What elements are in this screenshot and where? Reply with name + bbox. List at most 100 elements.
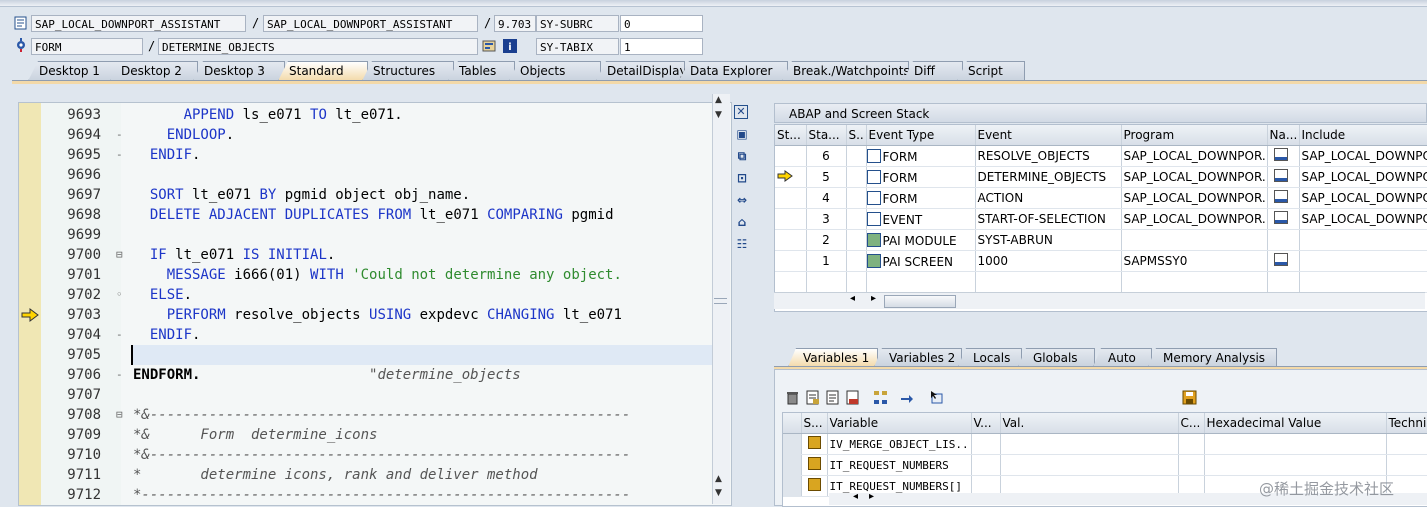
code-line[interactable]: 9709 *& Form determine_icons	[19, 425, 713, 445]
stack-col-header[interactable]: Event Type	[866, 125, 976, 146]
split-icon[interactable]: ⧉	[734, 148, 750, 164]
scroll-thumb[interactable]	[714, 298, 727, 304]
var-col-header[interactable]: C...	[1178, 413, 1205, 434]
navigate-icon[interactable]	[1273, 148, 1288, 161]
doc-list-icon[interactable]	[825, 390, 840, 405]
navigate-icon[interactable]	[899, 390, 914, 405]
variable-cell[interactable]	[971, 454, 1001, 476]
var-col-header[interactable]: Hexadecimal Value	[1204, 413, 1387, 434]
save-icon[interactable]	[1182, 390, 1197, 405]
row-selector[interactable]	[783, 475, 802, 497]
code-line[interactable]: 9708 ⊟ *&---------------------------------…	[19, 405, 713, 425]
variable-cell[interactable]	[1386, 433, 1427, 455]
code-line[interactable]: 9696	[19, 165, 713, 185]
scroll-right-icon[interactable]: ▸	[869, 491, 874, 502]
tab-diff[interactable]: Diff	[903, 61, 963, 81]
variable-name[interactable]: IT_REQUEST_NUMBERS	[827, 454, 972, 476]
tab-data-explorer[interactable]: Data Explorer	[679, 61, 788, 81]
code-line[interactable]: 9693 APPEND ls_e071 TO lt_e071.	[19, 105, 713, 125]
row-selector[interactable]	[783, 454, 802, 476]
variable-cell[interactable]	[1204, 433, 1387, 455]
tab-script[interactable]: Script	[957, 61, 1025, 81]
tab-desktop-2[interactable]: Desktop 2	[110, 61, 198, 81]
scroll-up-icon[interactable]: ▲	[715, 95, 722, 105]
tab-detaildisplay[interactable]: DetailDisplay	[596, 61, 685, 81]
variable-cell[interactable]	[1204, 454, 1387, 476]
stack-nav[interactable]	[1267, 187, 1300, 209]
tree-icon[interactable]: ⌂	[734, 214, 750, 230]
variable-cell[interactable]	[1000, 433, 1179, 455]
code-line[interactable]: 9705	[67, 345, 713, 365]
tab-desktop-1[interactable]: Desktop 1	[28, 61, 122, 81]
fold-marker[interactable]: -	[116, 145, 126, 165]
variable-cell[interactable]	[971, 433, 1001, 455]
code-line[interactable]: 9702 ◦ ELSE.	[19, 285, 713, 305]
display-icon[interactable]	[482, 39, 496, 53]
scroll-down-icon[interactable]: ▼	[715, 488, 722, 498]
sysubrc-value[interactable]: 0	[620, 15, 703, 32]
code-line[interactable]: 9703 PERFORM resolve_objects USING expde…	[19, 305, 713, 325]
variable-row[interactable]: IV_MERGE_OBJECT_LIS...	[783, 433, 1427, 455]
code-line[interactable]: 9694- ENDLOOP.	[19, 125, 713, 145]
stack-row[interactable]: 5 FORM DETERMINE_OBJECTS SAP_LOCAL_DOWNPOR.…	[775, 166, 1427, 188]
variable-cell[interactable]	[1000, 454, 1179, 476]
code-line[interactable]: 9704- ENDIF.	[19, 325, 713, 345]
stack-col-header[interactable]: Include	[1299, 125, 1427, 146]
scroll-down-icon[interactable]: ▼	[715, 110, 722, 120]
editor-scrollbar[interactable]: ▲ ▼ ▲ ▼	[712, 94, 730, 504]
code-line[interactable]: 9699	[19, 225, 713, 245]
maximize-icon[interactable]: ⊡	[734, 170, 750, 186]
source-editor[interactable]: 9693 APPEND ls_e071 TO lt_e071. 9694- END…	[18, 102, 732, 506]
code-line[interactable]: 9698 DELETE ADJACENT DUPLICATES FROM lt_…	[19, 205, 713, 225]
stack-col-header[interactable]: S..	[846, 125, 867, 146]
stack-row[interactable]: 4 FORM ACTION SAP_LOCAL_DOWNPOR... SAP_LOCAL…	[775, 187, 1427, 209]
tab-standard[interactable]: Standard	[278, 61, 368, 81]
code-line[interactable]: 9706- ENDFORM. "determine_objects	[19, 365, 713, 385]
scroll-left-icon[interactable]: ◂	[850, 293, 855, 304]
fold-marker[interactable]: ⊟	[116, 245, 126, 265]
code-line[interactable]: 9707	[19, 385, 713, 405]
var-col-header[interactable]: S...	[801, 413, 828, 434]
stack-col-header[interactable]: Event	[975, 125, 1122, 146]
stack-nav[interactable]	[1267, 229, 1300, 251]
stack-nav[interactable]	[1267, 250, 1300, 272]
tab-desktop-3[interactable]: Desktop 3	[193, 61, 285, 81]
info-icon[interactable]: i	[503, 39, 517, 53]
scroll-up-icon[interactable]: ▲	[715, 474, 722, 484]
stack-col-header[interactable]: Program	[1121, 125, 1268, 146]
navigate-icon[interactable]	[1273, 211, 1288, 224]
row-selector[interactable]	[783, 433, 802, 455]
variable-row[interactable]: IT_REQUEST_NUMBERS	[783, 454, 1427, 476]
navigate-icon[interactable]	[1273, 190, 1288, 203]
fold-marker[interactable]: ◦	[116, 285, 126, 305]
tab-auto[interactable]: Auto	[1093, 348, 1152, 367]
close-icon[interactable]: ✕	[734, 105, 748, 119]
code-line[interactable]: 9695- ENDIF.	[19, 145, 713, 165]
tab-globals[interactable]: Globals	[1018, 348, 1095, 367]
tab-objects[interactable]: Objects	[509, 61, 601, 81]
stack-col-header[interactable]: Sta...	[806, 125, 847, 146]
fold-marker[interactable]: -	[116, 325, 126, 345]
stack-col-header[interactable]: St...	[775, 125, 807, 146]
navigate-icon[interactable]	[1273, 169, 1288, 182]
stack-col-header[interactable]: Na...	[1267, 125, 1300, 146]
var-col-header[interactable]: Variable	[827, 413, 972, 434]
scroll-thumb[interactable]	[884, 295, 956, 308]
stack-icon[interactable]: ☷	[734, 236, 750, 252]
swap-icon[interactable]: ⇔	[734, 192, 750, 208]
fold-marker[interactable]: -	[116, 125, 126, 145]
fold-marker[interactable]: ⊟	[116, 405, 126, 425]
var-col-header[interactable]: Val.	[1000, 413, 1179, 434]
code-line[interactable]: 9697 SORT lt_e071 BY pgmid object obj_na…	[19, 185, 713, 205]
tab-variables-1[interactable]: Variables 1	[788, 348, 878, 367]
stack-row[interactable]: 1 PAI SCREEN 1000 SAPMSSY0	[775, 250, 1427, 272]
new-window-icon[interactable]: ▣	[734, 126, 750, 142]
navigate-icon[interactable]	[1273, 253, 1288, 266]
var-col-header[interactable]: Techni	[1386, 413, 1427, 434]
var-col-header[interactable]: V...	[971, 413, 1001, 434]
cursor-icon[interactable]	[929, 390, 944, 405]
stack-row[interactable]: 6 FORM RESOLVE_OBJECTS SAP_LOCAL_DOWNPOR...…	[775, 145, 1427, 167]
doc-red-icon[interactable]	[845, 390, 860, 405]
code-line[interactable]: 9711 * determine icons, rank and deliver …	[19, 465, 713, 485]
tab-locals[interactable]: Locals	[958, 348, 1022, 367]
